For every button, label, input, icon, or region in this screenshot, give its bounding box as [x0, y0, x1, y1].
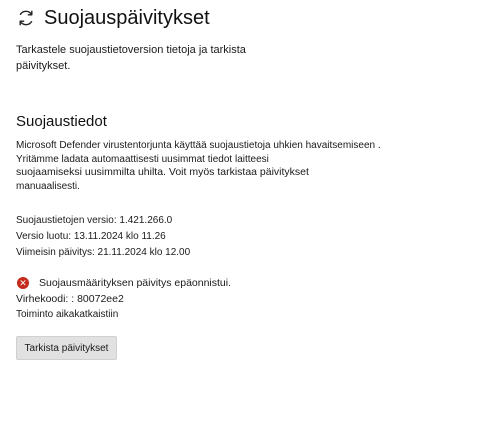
error-code: Virhekoodi: : 80072ee2 [16, 293, 124, 305]
error-block: ✕ Suojausmäärityksen päivitys epäonnistu… [16, 275, 231, 323]
description-line: suojaamiseksi uusimmilta uhilta. Voit my… [16, 166, 309, 178]
description-line: Yritämme ladata automaattisesti uusimmat… [16, 153, 269, 165]
check-updates-button[interactable]: Tarkista päivitykset [16, 336, 117, 360]
section-title: Suojaustiedot [16, 113, 107, 130]
section-description: Microsoft Defender virustentorjunta käyt… [16, 139, 406, 193]
version-text: Suojaustietojen versio: 1.421.266.0 [16, 215, 173, 226]
page-title: Suojauspäivitykset [44, 6, 210, 29]
version-info: Suojaustietojen versio: 1.421.266.0 Vers… [16, 213, 190, 261]
page-header: Suojauspäivitykset [16, 6, 210, 30]
description-line: Microsoft Defender virustentorjunta käyt… [16, 140, 381, 151]
created-text: Versio luotu: 13.11.2024 klo 11.26 [16, 231, 166, 242]
refresh-icon [16, 8, 36, 28]
error-icon: ✕ [17, 277, 29, 289]
page-subtitle: Tarkastele suojaustietoversion tietoja j… [16, 44, 246, 72]
error-action: Toiminto aikakatkaistiin [16, 309, 119, 320]
last-update-text: Viimeisin päivitys: 21.11.2024 klo 12.00 [16, 247, 191, 258]
description-line: manuaalisesti. [16, 180, 80, 192]
error-message: Suojausmäärityksen päivitys epäonnistui. [39, 277, 232, 289]
